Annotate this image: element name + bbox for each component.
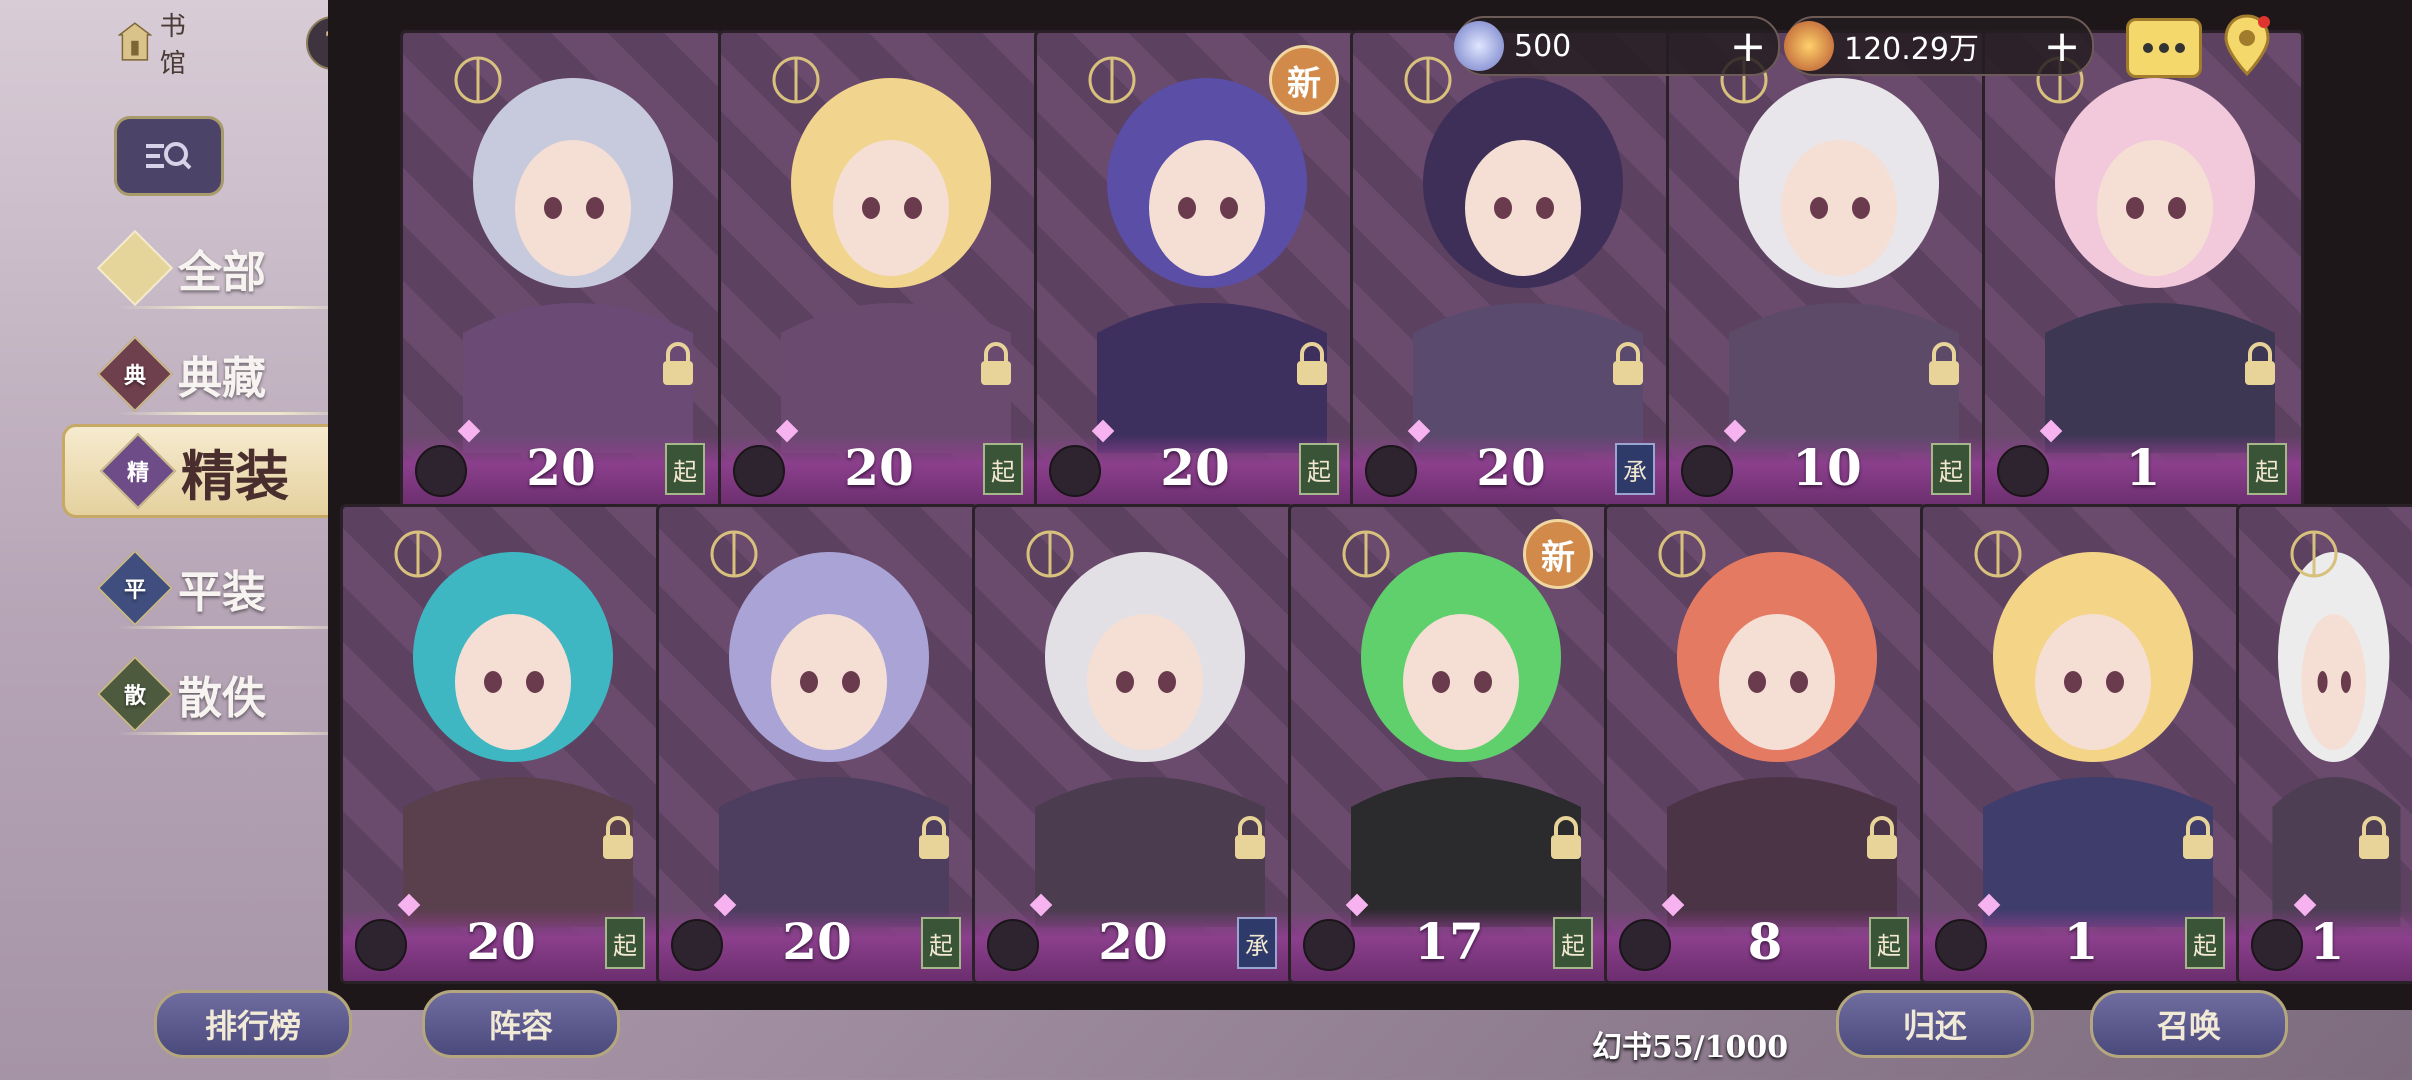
- category-collection[interactable]: 典 典藏: [96, 335, 358, 415]
- diamond-icon: [96, 229, 174, 307]
- card-tag: 承: [1237, 917, 1277, 969]
- card-tag: 起: [983, 443, 1023, 495]
- lock-icon: [1551, 816, 1581, 859]
- summon-button[interactable]: 召唤: [2090, 990, 2288, 1058]
- character-card[interactable]: 20 承: [972, 504, 1294, 984]
- lock-icon: [919, 816, 949, 859]
- character-card[interactable]: 17 起 新: [1288, 504, 1610, 984]
- add-gems-button[interactable]: +: [1728, 21, 1768, 72]
- lock-icon: [2245, 342, 2275, 385]
- character-card[interactable]: 10 起: [1666, 30, 1988, 510]
- character-card[interactable]: 1 起: [1982, 30, 2304, 510]
- filter-search-icon: [146, 142, 192, 170]
- hardcover-badge-icon: 精: [99, 432, 177, 510]
- character-card[interactable]: 20 承: [1350, 30, 1672, 510]
- character-card[interactable]: 20 起: [718, 30, 1040, 510]
- chat-button[interactable]: [2126, 18, 2202, 78]
- category-all[interactable]: 全部: [96, 229, 358, 309]
- rank-emblem-icon: [394, 530, 442, 578]
- new-badge: 新: [1269, 45, 1339, 115]
- gem-counter: 500 +: [1454, 16, 1780, 76]
- return-button[interactable]: 归还: [1836, 990, 2034, 1058]
- rank-emblem-icon: [1088, 56, 1136, 104]
- card-tag: 起: [2185, 917, 2225, 969]
- dot: [2175, 43, 2185, 53]
- category-scattered[interactable]: 散 散佚: [96, 655, 358, 735]
- divider: [118, 626, 358, 629]
- category-hardcover-label: 精装: [181, 443, 289, 508]
- card-level: 1: [2309, 912, 2345, 971]
- divider: [118, 412, 358, 415]
- rank-emblem-icon: [710, 530, 758, 578]
- coin-icon: [1784, 21, 1834, 71]
- new-badge: 新: [1523, 519, 1593, 589]
- scattered-badge-icon: 散: [96, 655, 174, 733]
- divider: [118, 306, 358, 309]
- character-card[interactable]: 1 起: [1920, 504, 2242, 984]
- book-count: 幻书55/1000: [1591, 1030, 1789, 1065]
- card-tag: 起: [1553, 917, 1593, 969]
- ranking-button[interactable]: 排行榜: [154, 990, 352, 1058]
- rank-emblem-icon: [772, 56, 820, 104]
- card-tag: 起: [605, 917, 645, 969]
- character-card[interactable]: 20 起 新: [1034, 30, 1356, 510]
- card-tag: 承: [1615, 443, 1655, 495]
- divider: [118, 732, 358, 735]
- rank-emblem-icon: [454, 56, 502, 104]
- gem-icon: [1454, 21, 1504, 71]
- rank-emblem-icon: [2290, 530, 2338, 578]
- card-tag: 起: [1299, 443, 1339, 495]
- dot: [2143, 43, 2153, 53]
- lock-icon: [1297, 342, 1327, 385]
- paperback-badge-icon: 平: [96, 549, 174, 627]
- lineup-button[interactable]: 阵容: [422, 990, 620, 1058]
- filter-search-button[interactable]: [114, 116, 224, 196]
- card-tag: 起: [1869, 917, 1909, 969]
- category-collection-label: 典藏: [178, 353, 266, 404]
- lock-icon: [1929, 342, 1959, 385]
- library-icon: [118, 22, 152, 61]
- rank-emblem-icon: [1026, 530, 1074, 578]
- category-paperback[interactable]: 平 平装: [96, 549, 358, 629]
- category-panel: 书馆 ? 全部 典 典藏 精 精装 平 平装 散 散佚: [0, 0, 402, 1080]
- coin-counter: 120.29万 +: [1784, 16, 2094, 76]
- lock-icon: [2359, 816, 2389, 859]
- card-tag: 起: [665, 443, 705, 495]
- lock-icon: [2183, 816, 2213, 859]
- category-paperback-label: 平装: [178, 567, 266, 618]
- add-coins-button[interactable]: +: [2042, 21, 2082, 72]
- location-pin-icon[interactable]: [2222, 12, 2272, 78]
- rank-emblem-icon: [1974, 530, 2022, 578]
- card-tag: 起: [1931, 443, 1971, 495]
- lock-icon: [663, 342, 693, 385]
- card-tag: 起: [2247, 443, 2287, 495]
- lock-icon: [1867, 816, 1897, 859]
- lock-icon: [1613, 342, 1643, 385]
- coin-value: 120.29万: [1844, 32, 1979, 67]
- character-card[interactable]: 20 起: [340, 504, 662, 984]
- card-tag: 起: [921, 917, 961, 969]
- rank-emblem-icon: [1342, 530, 1390, 578]
- character-card[interactable]: 20 起: [656, 504, 978, 984]
- gem-value: 500: [1514, 28, 1572, 64]
- category-all-label: 全部: [178, 247, 266, 298]
- home-label: 书馆: [159, 12, 186, 79]
- category-scattered-label: 散佚: [178, 673, 266, 724]
- rank-emblem-icon: [1404, 56, 1452, 104]
- character-card[interactable]: 20 起: [400, 30, 722, 510]
- collection-badge-icon: 典: [96, 335, 174, 413]
- lock-icon: [1235, 816, 1265, 859]
- home-button[interactable]: 书馆: [118, 10, 198, 79]
- character-card[interactable]: 8 起: [1604, 504, 1926, 984]
- character-card[interactable]: 1: [2236, 504, 2412, 984]
- lock-icon: [981, 342, 1011, 385]
- dot: [2159, 43, 2169, 53]
- lock-icon: [603, 816, 633, 859]
- rank-emblem-icon: [1658, 530, 1706, 578]
